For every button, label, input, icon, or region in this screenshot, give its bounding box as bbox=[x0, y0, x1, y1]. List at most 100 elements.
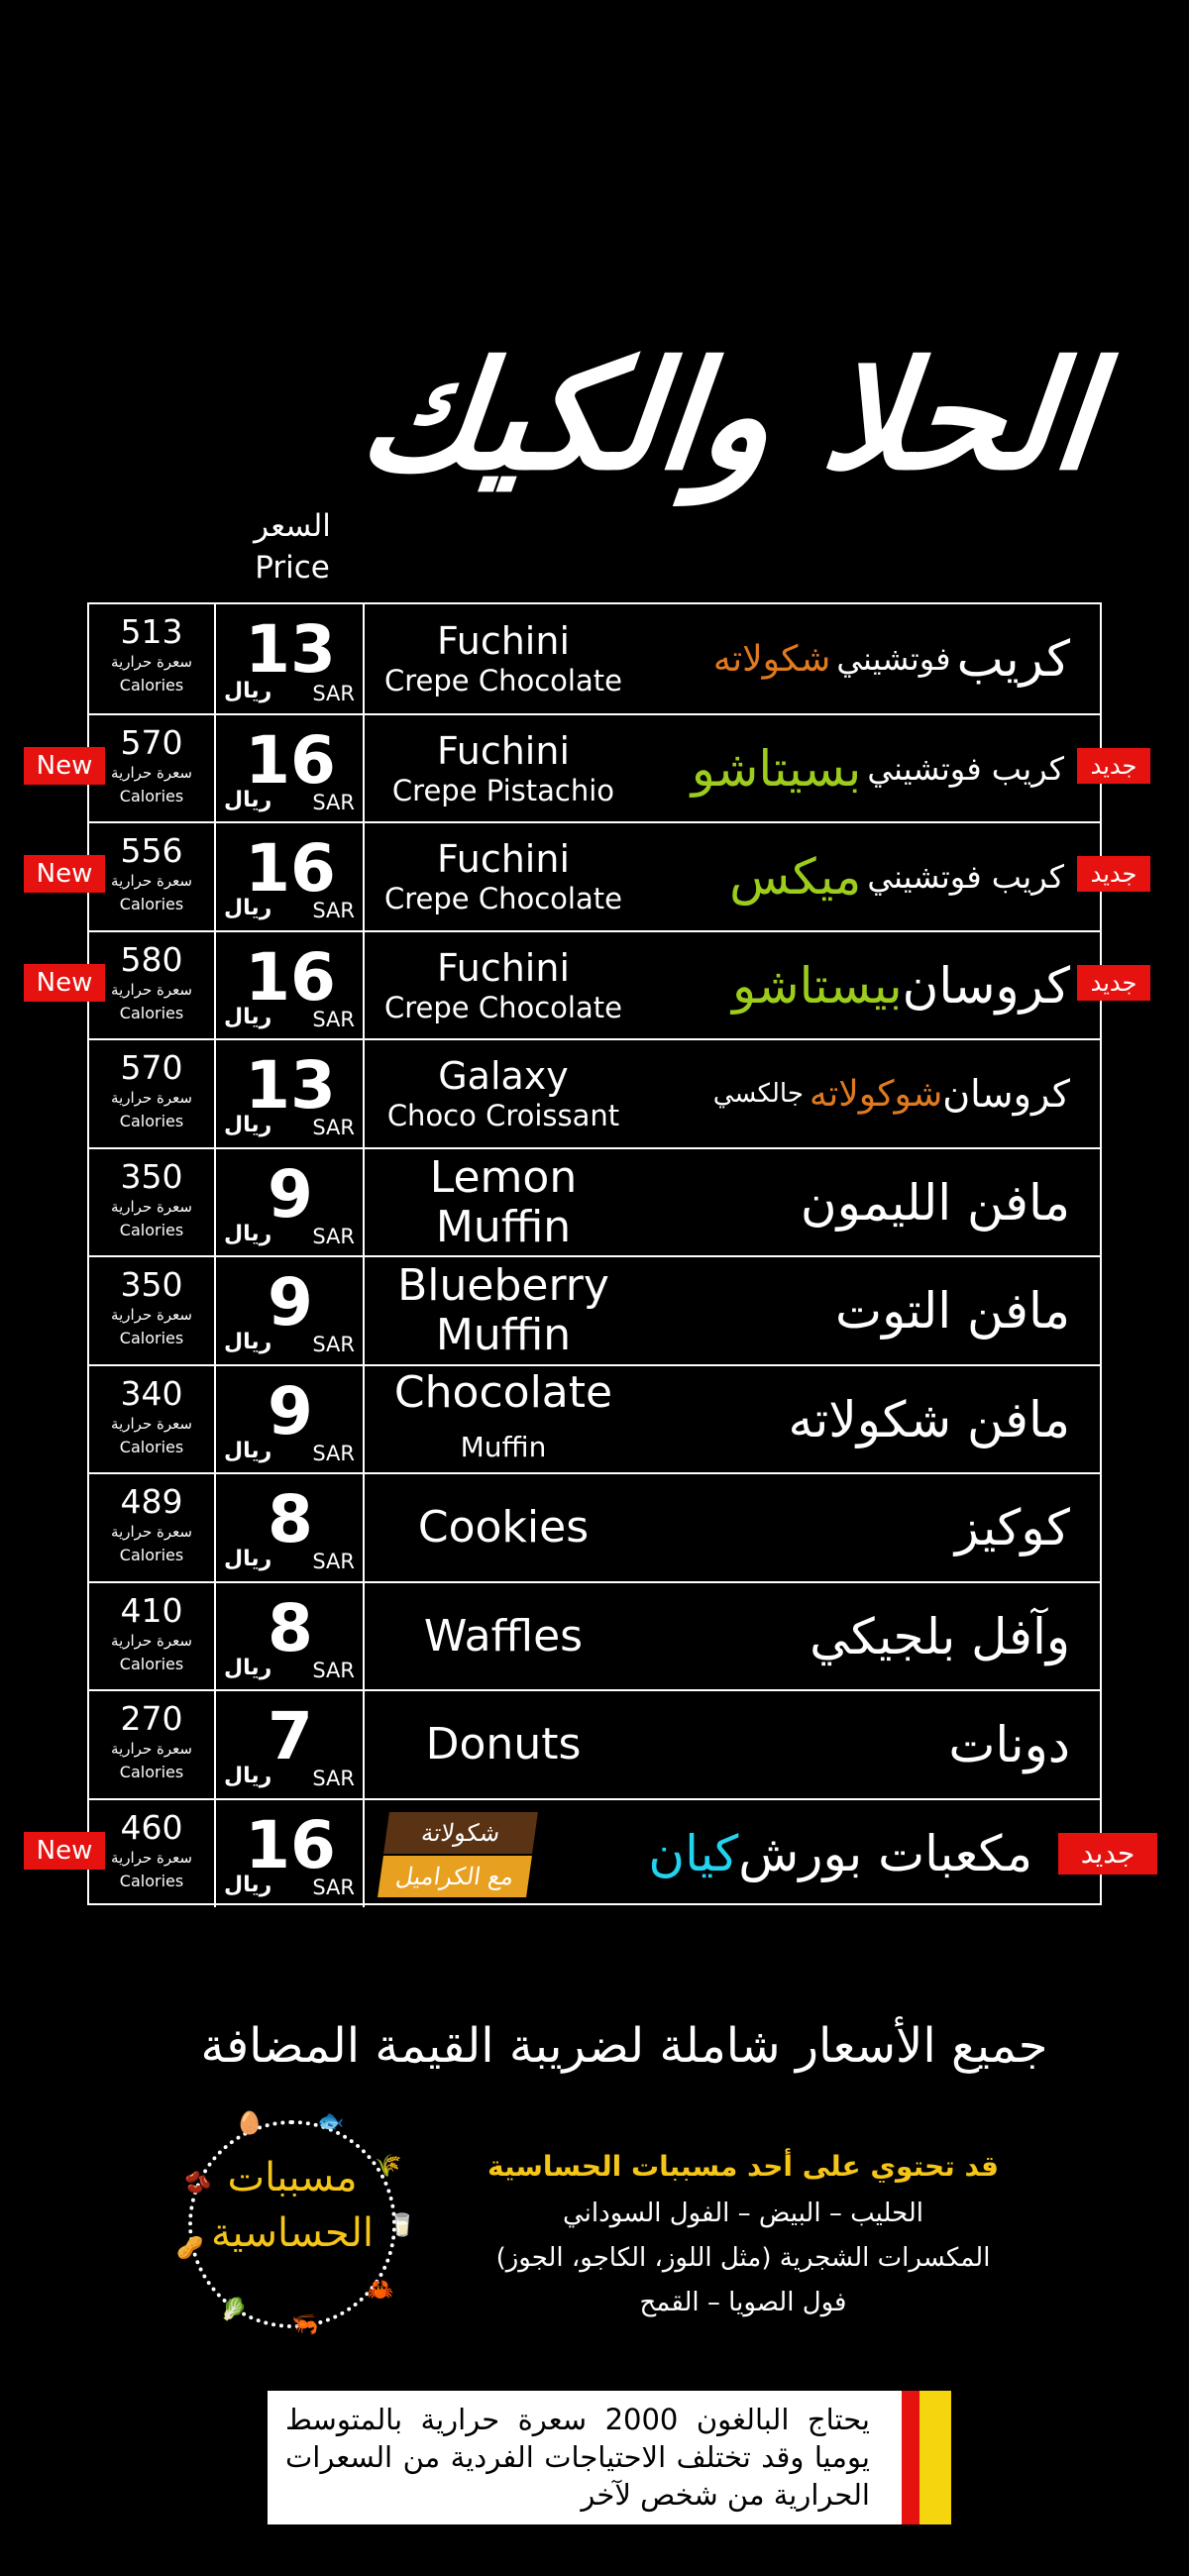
item-english-name: Waffles bbox=[365, 1583, 642, 1690]
calories-label-en: Calories bbox=[119, 1655, 184, 1673]
calories-value: 556 bbox=[120, 831, 183, 870]
item-english-line2: Crepe Pistachio bbox=[391, 774, 615, 807]
currency-en: SAR bbox=[312, 682, 355, 705]
calories-label-en: Calories bbox=[119, 1763, 184, 1781]
item-english-line2: Crepe Chocolate bbox=[384, 664, 622, 698]
milk-icon: 🥛 bbox=[388, 2213, 416, 2238]
item-arabic-name: مافن التوت bbox=[835, 1257, 1070, 1364]
calories-label-en: Calories bbox=[119, 1872, 184, 1890]
item-name-cell: Fuchini Crepe Pistachio كريب فوتشيني بسي… bbox=[365, 715, 1100, 822]
item-arabic-name: كريب فوتشيني بسيتاشو bbox=[692, 715, 1070, 822]
allergen-line: فول الصويا – القمح bbox=[639, 2288, 847, 2317]
item-english-name: Fuchini Crepe Chocolate bbox=[365, 604, 642, 713]
item-arabic-name: كروسان شوكولاته جالكسي bbox=[707, 1040, 1070, 1147]
calories-label-en: Calories bbox=[119, 1004, 184, 1022]
currency-ar: ريال bbox=[224, 1873, 272, 1897]
item-english-single: Cookies bbox=[418, 1503, 589, 1553]
item-english-line2: Crepe Chocolate bbox=[384, 991, 622, 1024]
menu-table: 513 سعرة حرارية Calories 13 ريال SAR Fuc… bbox=[87, 602, 1102, 1907]
calorie-notice: يحتاج البالغون 2000 سعرة حرارية بالمتوسط… bbox=[268, 2391, 951, 2524]
item-arabic-accent: بسيتاشو bbox=[691, 740, 862, 798]
item-arabic-small: كريب فوتشيني bbox=[867, 750, 1064, 788]
currency-ar: ريال bbox=[224, 1113, 272, 1137]
currency-ar: ريال bbox=[224, 788, 272, 812]
item-english-name: Galaxy Choco Croissant bbox=[365, 1040, 642, 1147]
item-arabic-main: مافن الليمون bbox=[800, 1174, 1070, 1232]
calories-value: 350 bbox=[120, 1157, 183, 1196]
menu-row: 270 سعرة حرارية Calories 7 ريال SAR Donu… bbox=[89, 1689, 1100, 1798]
currency-ar: ريال bbox=[224, 896, 272, 920]
currency-en: SAR bbox=[312, 1876, 355, 1899]
item-english-line1: Fuchini bbox=[436, 619, 571, 663]
currency-en: SAR bbox=[312, 1550, 355, 1573]
item-arabic-accent: كيان bbox=[648, 1825, 739, 1882]
item-english-line2: Choco Croissant bbox=[386, 1099, 620, 1132]
item-english-line2: Crepe Chocolate bbox=[384, 882, 622, 915]
item-english-small: Muffin bbox=[460, 1430, 547, 1463]
price-cell: 8 ريال SAR bbox=[216, 1474, 365, 1581]
item-english-name: Blueberry Muffin bbox=[365, 1257, 642, 1364]
calories-cell: 556 سعرة حرارية Calories bbox=[89, 823, 216, 930]
item-english-line1: Galaxy bbox=[438, 1054, 569, 1098]
item-arabic-main: مافن التوت bbox=[835, 1282, 1070, 1340]
currency-ar: ريال bbox=[224, 1222, 272, 1246]
item-english-text: Chocolate bbox=[393, 1366, 613, 1418]
item-arabic-name: دونات bbox=[948, 1691, 1070, 1798]
calories-value: 570 bbox=[120, 1048, 183, 1087]
item-arabic-main: دونات bbox=[948, 1716, 1070, 1773]
currency-en: SAR bbox=[312, 1225, 355, 1248]
calories-cell: 460 سعرة حرارية Calories bbox=[89, 1800, 216, 1907]
price-cell: 16 ريال SAR bbox=[216, 715, 365, 822]
price-cell: 9 ريال SAR bbox=[216, 1257, 365, 1364]
flavor-tag-chocolate: شكولاتة bbox=[383, 1812, 538, 1854]
allergen-header: قد تحتوي على أحد مسببات الحساسية bbox=[486, 2150, 999, 2183]
calories-value: 350 bbox=[120, 1265, 183, 1304]
calories-value: 580 bbox=[120, 940, 183, 979]
menu-row: 340 سعرة حرارية Calories 9 ريال SAR Choc… bbox=[89, 1364, 1100, 1473]
currency-en: SAR bbox=[312, 791, 355, 814]
item-english-single: Waffles bbox=[424, 1612, 583, 1662]
calories-value: 489 bbox=[120, 1482, 183, 1521]
soy-icon: 🫘 bbox=[184, 2171, 212, 2196]
calories-cell: 350 سعرة حرارية Calories bbox=[89, 1149, 216, 1256]
calories-cell: 580 سعرة حرارية Calories bbox=[89, 932, 216, 1039]
calories-value: 340 bbox=[120, 1374, 183, 1413]
menu-row: 570 سعرة حرارية Calories 13 ريال SAR Gal… bbox=[89, 1038, 1100, 1147]
calories-label-ar: سعرة حرارية bbox=[111, 981, 192, 999]
item-arabic-main: كروسان bbox=[942, 1072, 1070, 1116]
price-cell: 16 ريال SAR bbox=[216, 823, 365, 930]
allergen-line: الحليب – البيض – الفول السوداني bbox=[562, 2199, 924, 2228]
price-cell: 9 ريال SAR bbox=[216, 1366, 365, 1473]
price-cell: 13 ريال SAR bbox=[216, 1040, 365, 1147]
calories-value: 570 bbox=[120, 723, 183, 762]
calories-label-ar: سعرة حرارية bbox=[111, 872, 192, 890]
item-name-cell: Waffles وآفل بلجيكي bbox=[365, 1583, 1100, 1690]
item-english-name: Fuchini Crepe Pistachio bbox=[365, 715, 642, 822]
vat-note: جميع الأسعار شاملة لضريبة القيمة المضافة bbox=[200, 2018, 1048, 2074]
notice-red-stripe bbox=[902, 2391, 919, 2524]
price-cell: 7 ريال SAR bbox=[216, 1691, 365, 1798]
currency-en: SAR bbox=[312, 1442, 355, 1465]
new-badge: New bbox=[24, 855, 105, 893]
item-name-cell: Fuchini Crepe Chocolate كريب فوتشيني ميك… bbox=[365, 823, 1100, 930]
item-name-cell: Donuts دونات bbox=[365, 1691, 1100, 1798]
new-badge-ar: جديد bbox=[1077, 856, 1150, 892]
shrimp-icon: 🦐 bbox=[291, 2312, 319, 2337]
calories-label-en: Calories bbox=[119, 787, 184, 805]
item-arabic-name: وآفل بلجيكي bbox=[810, 1583, 1070, 1690]
item-english-name: Donuts bbox=[365, 1691, 642, 1798]
item-arabic-main: وآفل بلجيكي bbox=[810, 1608, 1070, 1665]
item-english-name: Cookies bbox=[365, 1474, 642, 1581]
currency-ar: ريال bbox=[224, 1764, 272, 1788]
calories-label-en: Calories bbox=[119, 676, 184, 695]
currency-ar: ريال bbox=[224, 1656, 272, 1680]
new-badge: New bbox=[24, 964, 105, 1002]
item-name-cell: Galaxy Choco Croissant كروسان شوكولاته جا… bbox=[365, 1040, 1100, 1147]
calories-label-ar: سعرة حرارية bbox=[111, 1415, 192, 1433]
currency-en: SAR bbox=[312, 1767, 355, 1790]
calories-label-en: Calories bbox=[119, 1546, 184, 1564]
currency-ar: ريال bbox=[224, 1005, 272, 1029]
item-english-single: Chocolate Muffin bbox=[365, 1366, 642, 1472]
calories-label-ar: سعرة حرارية bbox=[111, 1849, 192, 1867]
item-english-name: Lemon Muffin bbox=[365, 1149, 642, 1256]
